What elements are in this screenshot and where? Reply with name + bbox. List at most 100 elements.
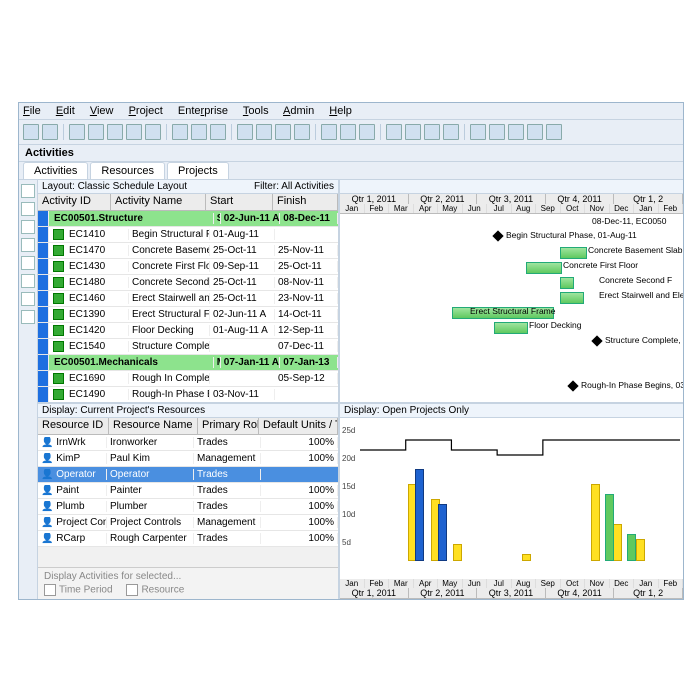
col-finish[interactable]: Finish [273,194,338,210]
activity-row[interactable]: EC1470Concrete Basement Slab25-Oct-1125-… [38,243,338,259]
resource-chart-pane: Display: Open Projects Only 25d20d15d10d… [340,404,683,599]
activity-row[interactable]: EC1460Erect Stairwell and Elevator Walls… [38,291,338,307]
resource-row[interactable]: 👤 OperatorOperatorTrades [38,467,338,483]
activity-row[interactable]: EC00501.MechanicalsMechanical/E07-Jan-11… [38,355,338,371]
vt-icon[interactable] [21,220,35,234]
resource-row[interactable]: 👤 PaintPainterTrades100% [38,483,338,499]
col-res-id[interactable]: Resource ID [38,418,109,434]
tb-icon[interactable] [294,124,310,140]
vt-icon[interactable] [21,256,35,270]
menu-help[interactable]: Help [329,105,352,117]
menubar: File Edit View Project Enterprise Tools … [19,103,683,120]
col-activity-id[interactable]: Activity ID [38,194,111,210]
resource-row[interactable]: 👤 PlumbPlumberTrades100% [38,499,338,515]
resource-row[interactable]: 👤 IrnWrkIronworkerTrades100% [38,435,338,451]
tb-icon[interactable] [489,124,505,140]
activity-rows[interactable]: EC00501.StructureStructure02-Jun-11 A08-… [38,211,338,402]
menu-view[interactable]: View [90,105,114,117]
resource-row[interactable]: 👤 KimPPaul KimManagement100% [38,451,338,467]
bar-label: Erect Stairwell and Elev [599,290,683,300]
gantt-bar[interactable] [494,322,528,334]
resource-rows[interactable]: 👤 IrnWrkIronworkerTrades100%👤 KimPPaul K… [38,435,338,567]
tab-projects[interactable]: Projects [167,162,229,179]
tb-icon[interactable] [527,124,543,140]
tb-icon[interactable] [42,124,58,140]
vt-icon[interactable] [21,310,35,324]
activity-row[interactable]: EC1390Erect Structural Frame02-Jun-11 A1… [38,307,338,323]
activity-row[interactable]: EC1490Rough-In Phase Begins03-Nov-11 [38,387,338,402]
checkbox-resource[interactable] [126,584,138,596]
tab-resources[interactable]: Resources [90,162,165,179]
col-res-name[interactable]: Resource Name [109,418,198,434]
tb-icon[interactable] [69,124,85,140]
tb-icon[interactable] [443,124,459,140]
tb-icon[interactable] [340,124,356,140]
menu-tools[interactable]: Tools [243,105,269,117]
app-window: File Edit View Project Enterprise Tools … [18,102,684,600]
tb-icon[interactable] [107,124,123,140]
vt-icon[interactable] [21,202,35,216]
tb-icon[interactable] [405,124,421,140]
tb-icon[interactable] [424,124,440,140]
menu-enterprise[interactable]: Enterprise [178,105,228,117]
resource-row[interactable]: 👤 Project ContProject ControlsManagement… [38,515,338,531]
gantt-bar[interactable] [560,277,574,289]
activity-row[interactable]: EC1420Floor Decking01-Aug-11 A12-Sep-11 [38,323,338,339]
tb-icon[interactable] [359,124,375,140]
tb-icon[interactable] [88,124,104,140]
activity-header: Activity ID Activity Name Start Finish [38,194,338,211]
resource-row[interactable]: 👤 RCarpRough CarpenterTrades100% [38,531,338,547]
layout-label: Layout: Classic Schedule Layout [42,181,187,192]
gantt-bar[interactable] [560,292,584,304]
activity-table-pane: Layout: Classic Schedule LayoutFilter: A… [38,180,340,402]
filter-placeholder: Display Activities for selected... [44,571,332,582]
tb-icon[interactable] [546,124,562,140]
gantt-bar[interactable] [560,247,587,259]
activity-row[interactable]: EC00501.StructureStructure02-Jun-11 A08-… [38,211,338,227]
gantt-pane: Qtr 1, 2011Qtr 2, 2011Qtr 3, 2011Qtr 4, … [340,180,683,402]
vt-icon[interactable] [21,238,35,252]
menu-edit[interactable]: Edit [56,105,75,117]
activity-row[interactable]: EC1430Concrete First Floor09-Sep-1125-Oc… [38,259,338,275]
tb-icon[interactable] [321,124,337,140]
tb-icon[interactable] [210,124,226,140]
tb-icon[interactable] [23,124,39,140]
tb-icon[interactable] [191,124,207,140]
tb-icon[interactable] [275,124,291,140]
resource-layout-label: Display: Current Project's Resources [38,404,338,418]
tb-icon[interactable] [172,124,188,140]
menu-file[interactable]: File [23,105,41,117]
tb-icon[interactable] [386,124,402,140]
tb-icon[interactable] [470,124,486,140]
menu-project[interactable]: Project [129,105,163,117]
tb-icon[interactable] [126,124,142,140]
tb-icon[interactable] [237,124,253,140]
col-res-role[interactable]: Primary Role [198,418,259,434]
filter-row: Display Activities for selected... Time … [38,567,338,599]
vt-icon[interactable] [21,292,35,306]
resource-chart[interactable]: 25d20d15d10d5d [340,418,683,579]
resource-pane: Display: Current Project's Resources Res… [38,404,340,599]
tb-icon[interactable] [145,124,161,140]
col-start[interactable]: Start [206,194,273,210]
tabbar: Activities Resources Projects [19,162,683,180]
tb-icon[interactable] [256,124,272,140]
activity-row[interactable]: EC1410Begin Structural Phase01-Aug-11 [38,227,338,243]
vt-icon[interactable] [21,184,35,198]
activity-row[interactable]: EC1690Rough In Complete05-Sep-12 [38,371,338,387]
tab-activities[interactable]: Activities [23,162,88,179]
activity-row[interactable]: EC1540Structure Complete07-Dec-11 [38,339,338,355]
bar-label: Floor Decking [529,320,581,330]
vt-icon[interactable] [21,274,35,288]
col-res-def[interactable]: Default Units / Time [259,418,338,434]
gantt-bar[interactable] [526,262,562,274]
tb-icon[interactable] [508,124,524,140]
chart-layout-label: Display: Open Projects Only [340,404,683,418]
bar-label: Begin Structural Phase, 01-Aug-11 [506,230,637,240]
checkbox-time-period[interactable] [44,584,56,596]
col-activity-name[interactable]: Activity Name [111,194,206,210]
activity-row[interactable]: EC1480Concrete Second Floor25-Oct-1108-N… [38,275,338,291]
menu-admin[interactable]: Admin [283,105,314,117]
gantt-chart[interactable]: Begin Structural Phase, 01-Aug-11 Concre… [340,214,683,402]
toolbar-1 [19,120,683,145]
